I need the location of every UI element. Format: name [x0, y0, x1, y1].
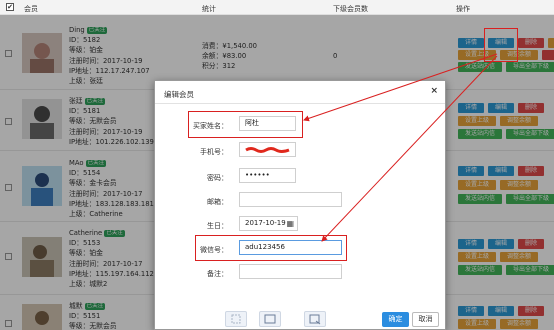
fit-icon [264, 314, 276, 324]
birthday-label: 生日： [207, 222, 228, 230]
header-ops: 操作 [456, 5, 470, 13]
calendar-icon[interactable]: ▦ [286, 217, 294, 230]
toolbar-button-3[interactable] [304, 311, 326, 327]
header-stats: 统计 [202, 5, 216, 13]
birthday-value: 2017-10-19 [245, 219, 286, 227]
table-header: ✔ 会员 统计 下级会员数 操作 [0, 0, 554, 15]
edit-member-dialog: 编辑会员 × 买家姓名： 阿杜 手机号： 密码： •••••• 邮箱： 生日： … [154, 80, 446, 330]
cancel-button[interactable]: 取消 [412, 312, 439, 327]
buyer-name-highlight [188, 111, 303, 138]
remark-label: 备注： [207, 270, 228, 278]
grid-icon [231, 314, 241, 324]
confirm-button[interactable]: 确定 [382, 312, 409, 327]
toolbar-button-1[interactable] [225, 311, 247, 327]
phone-label: 手机号： [200, 148, 228, 156]
toolbar-button-2[interactable] [259, 311, 281, 327]
remark-field[interactable] [239, 264, 342, 279]
select-all-checkbox[interactable]: ✔ [6, 3, 14, 11]
edit-button-highlight [484, 28, 518, 62]
email-label: 邮箱： [207, 198, 228, 206]
email-field[interactable] [239, 192, 342, 207]
birthday-field[interactable]: 2017-10-19 ▦ [239, 216, 298, 231]
dialog-divider [155, 103, 445, 104]
export-icon [309, 314, 321, 325]
wechat-highlight [195, 235, 347, 261]
password-field[interactable]: •••••• [239, 168, 296, 183]
header-sub-count: 下级会员数 [333, 5, 368, 13]
phone-field[interactable] [239, 142, 296, 157]
dialog-title: 编辑会员 [164, 90, 194, 99]
redacted-phone-mark [245, 147, 290, 153]
header-member: 会员 [24, 5, 38, 13]
close-icon[interactable]: × [430, 86, 438, 96]
password-label: 密码： [207, 174, 228, 182]
